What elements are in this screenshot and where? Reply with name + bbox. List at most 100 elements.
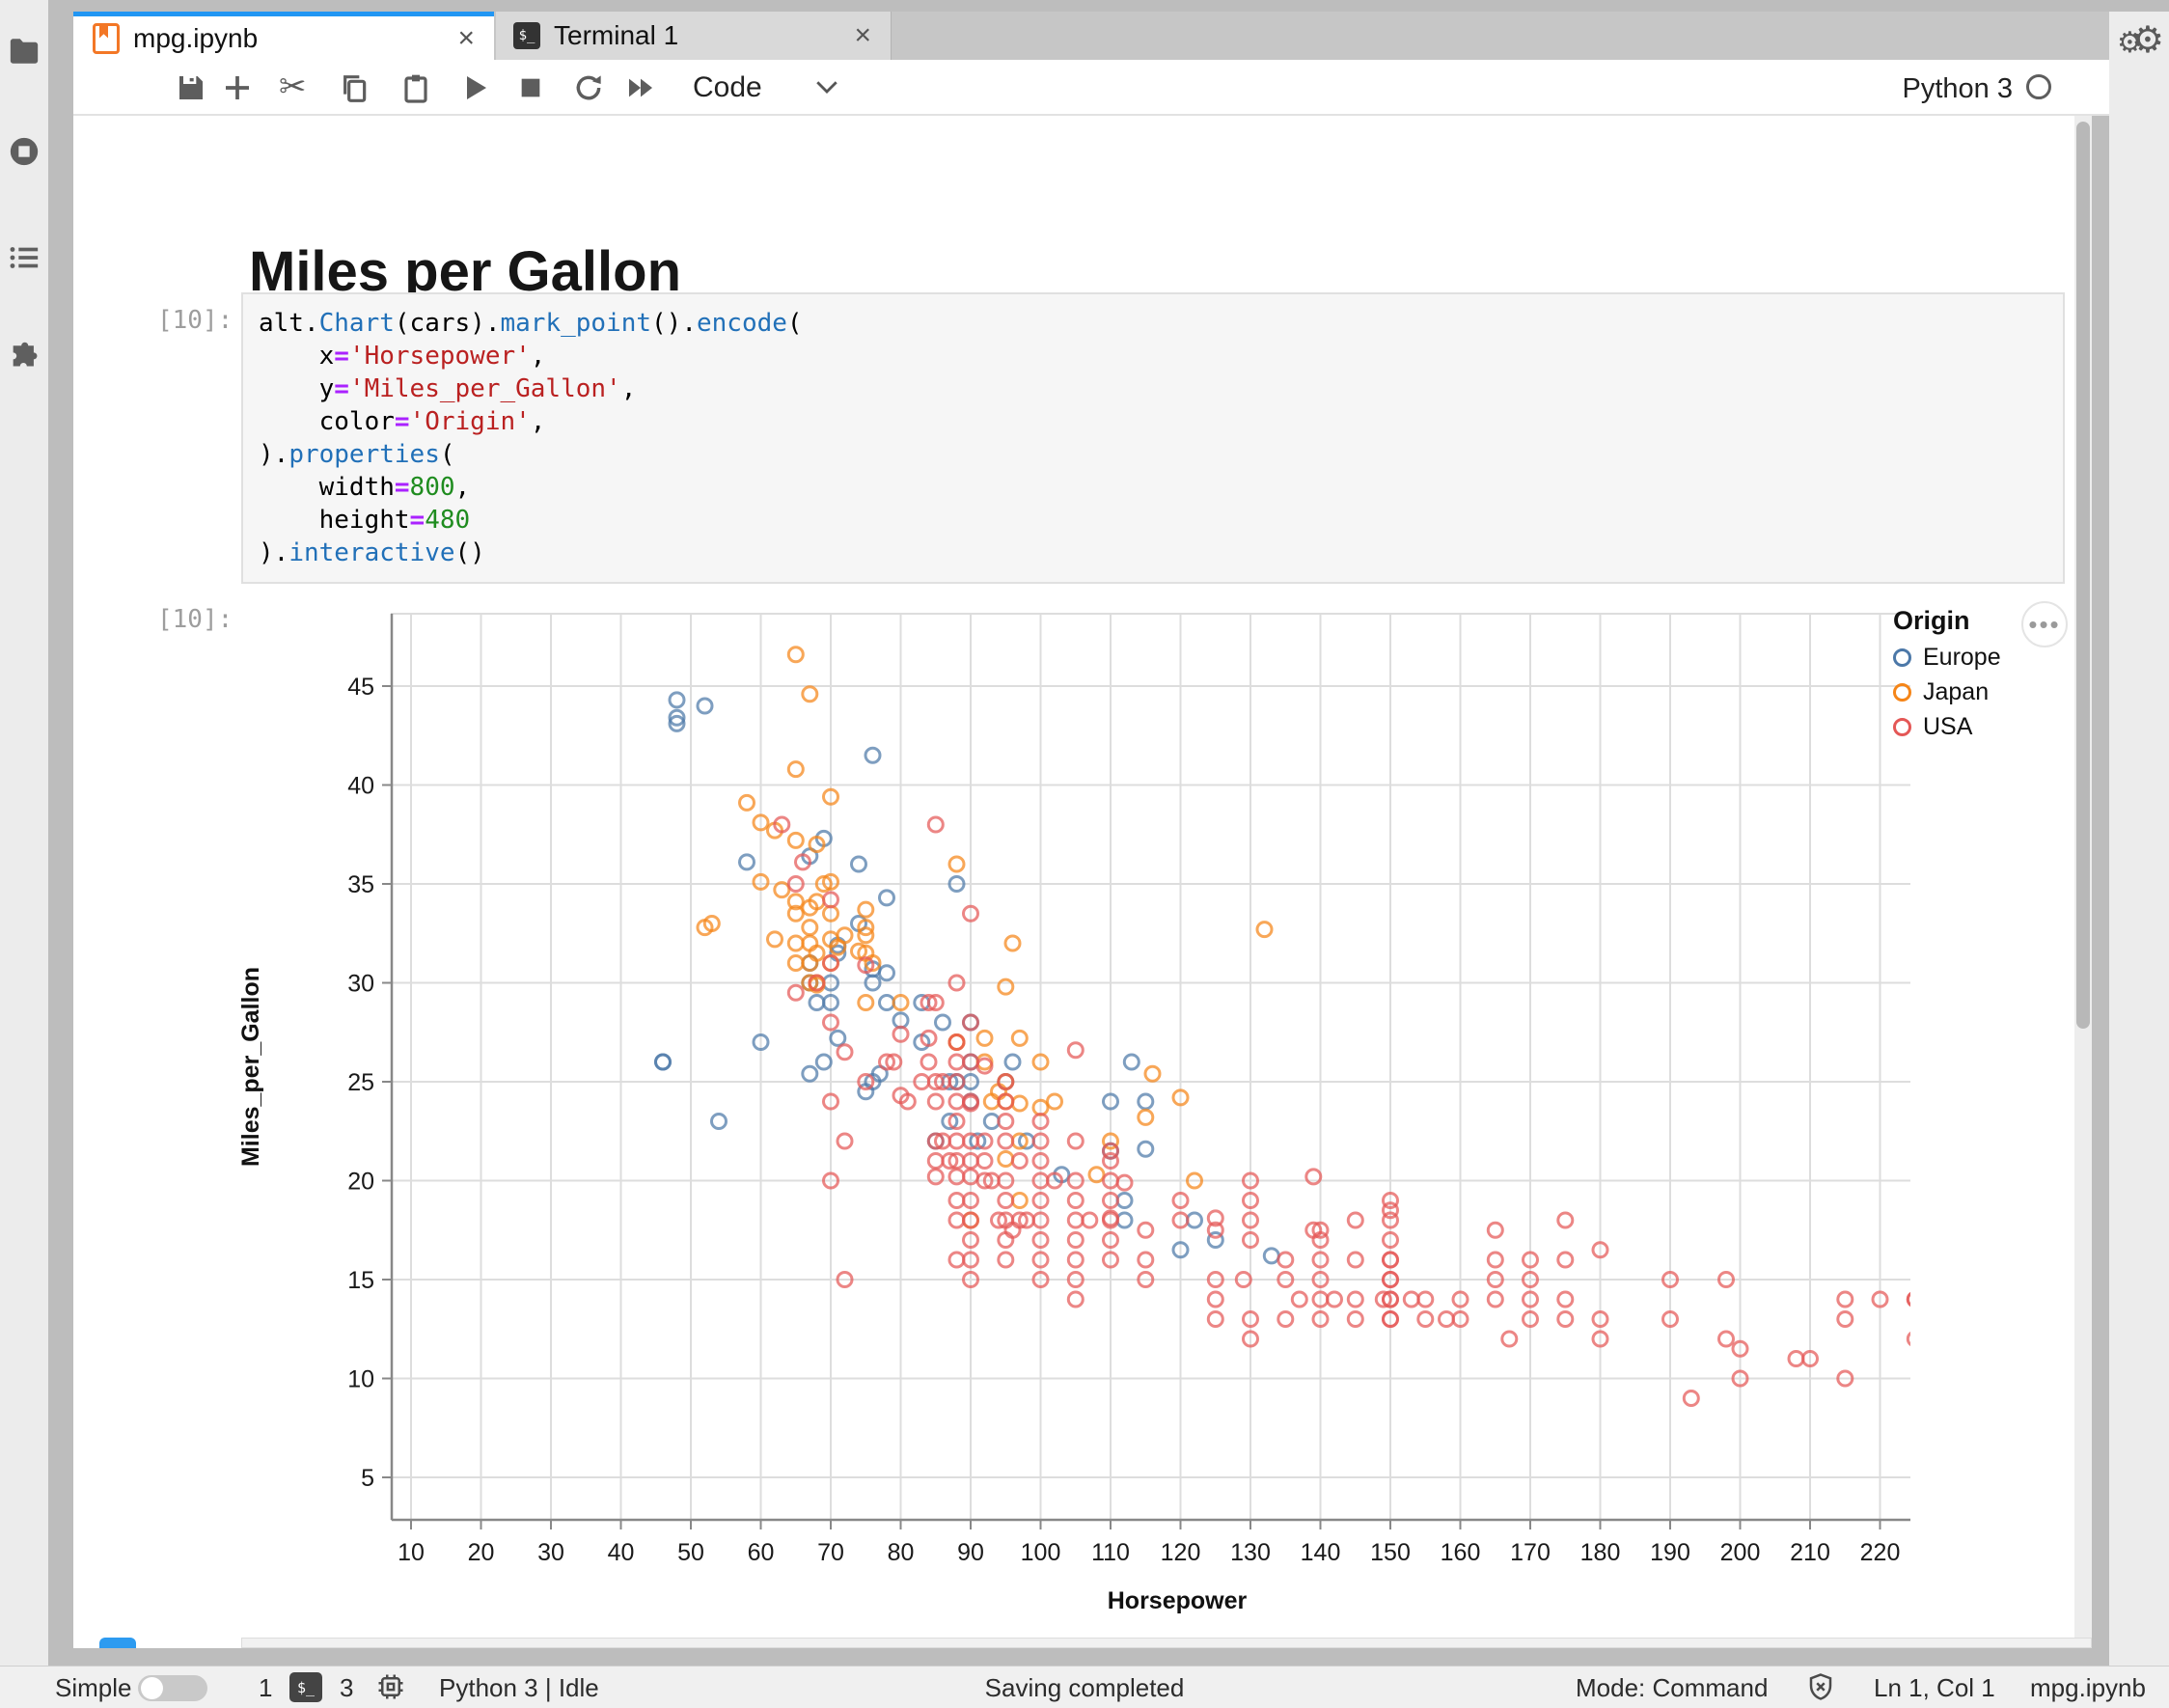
data-point-usa xyxy=(1208,1292,1222,1307)
cursor-position[interactable]: Ln 1, Col 1 xyxy=(1874,1673,1995,1703)
x-tick-label: 40 xyxy=(608,1539,635,1566)
x-tick-label: 70 xyxy=(817,1539,844,1566)
data-point-usa xyxy=(1068,1233,1083,1248)
x-tick-label: 80 xyxy=(888,1539,915,1566)
data-point-europe xyxy=(1117,1194,1132,1208)
data-point-usa xyxy=(999,1253,1013,1267)
data-point-europe xyxy=(1188,1213,1202,1227)
data-point-usa xyxy=(1012,1154,1027,1169)
data-point-europe xyxy=(670,693,684,707)
y-tick-label: 30 xyxy=(347,971,374,998)
scatter-plot-canvas[interactable]: 1020304050607080901001101201301401501601… xyxy=(232,608,1910,1627)
left-activity-bar xyxy=(0,0,48,1666)
scrollbar-thumb[interactable] xyxy=(2076,122,2090,1029)
data-point-usa xyxy=(1068,1194,1083,1208)
data-point-europe xyxy=(880,891,894,905)
code-line[interactable]: width=800, xyxy=(259,471,2063,504)
kernel-name-label[interactable]: Python 3 xyxy=(1903,73,2013,105)
y-tick-label: 40 xyxy=(347,773,374,800)
data-point-usa xyxy=(1558,1213,1573,1227)
x-tick-label: 90 xyxy=(957,1539,984,1566)
data-point-usa xyxy=(921,1055,936,1069)
save-icon[interactable] xyxy=(176,72,206,103)
legend-item-usa[interactable]: USA xyxy=(1893,713,2067,741)
data-point-usa xyxy=(928,817,943,832)
data-point-japan xyxy=(803,687,817,702)
cut-cells-icon[interactable]: ✂ xyxy=(279,72,310,103)
code-line[interactable]: alt.Chart(cars).mark_point().encode( xyxy=(259,307,2063,340)
data-point-japan xyxy=(1139,1110,1153,1124)
paste-cells-icon[interactable] xyxy=(400,72,431,103)
file-browser-icon[interactable] xyxy=(8,35,41,68)
data-point-usa xyxy=(1139,1223,1153,1237)
data-point-europe xyxy=(880,996,894,1010)
data-point-japan xyxy=(949,857,964,871)
copy-cells-icon[interactable] xyxy=(339,72,370,103)
vertical-scrollbar[interactable] xyxy=(2074,116,2092,1648)
data-point-usa xyxy=(928,1154,943,1169)
table-of-contents-icon[interactable] xyxy=(8,241,41,274)
data-point-usa xyxy=(1502,1332,1517,1346)
data-point-usa xyxy=(1838,1312,1853,1327)
legend-item-japan[interactable]: Japan xyxy=(1893,678,2067,706)
data-point-europe xyxy=(803,1066,817,1081)
legend-item-europe[interactable]: Europe xyxy=(1893,644,2067,672)
x-tick-label: 150 xyxy=(1370,1539,1411,1566)
legend-swatch-icon xyxy=(1893,648,1911,667)
data-point-europe xyxy=(1139,1142,1153,1156)
y-tick-label: 5 xyxy=(361,1465,374,1492)
cell-type-dropdown[interactable]: Code xyxy=(693,71,762,104)
restart-run-all-icon[interactable] xyxy=(625,72,656,103)
x-tick-label: 30 xyxy=(537,1539,564,1566)
data-point-usa xyxy=(1684,1391,1698,1406)
code-line[interactable]: ).properties( xyxy=(259,438,2063,471)
x-tick-label: 140 xyxy=(1301,1539,1341,1566)
code-cell[interactable]: alt.Chart(cars).mark_point().encode( x='… xyxy=(241,292,2065,584)
data-point-usa xyxy=(1068,1213,1083,1227)
data-point-usa xyxy=(949,1035,964,1050)
command-mode-indicator[interactable]: Mode: Command xyxy=(1576,1673,1768,1703)
data-point-japan xyxy=(977,1031,992,1045)
data-point-japan xyxy=(740,795,755,810)
run-cell-icon[interactable] xyxy=(459,72,490,103)
close-tab-icon[interactable]: × xyxy=(854,19,871,52)
x-tick-label: 50 xyxy=(677,1539,704,1566)
data-point-japan xyxy=(1012,1194,1027,1208)
trust-shield-icon[interactable] xyxy=(1806,1672,1835,1701)
x-tick-label: 130 xyxy=(1230,1539,1271,1566)
code-line[interactable]: x='Horsepower', xyxy=(259,340,2063,372)
add-cell-icon[interactable] xyxy=(222,72,253,103)
code-line[interactable]: ).interactive() xyxy=(259,537,2063,569)
code-line[interactable]: color='Origin', xyxy=(259,405,2063,438)
kernel-status-icon[interactable] xyxy=(2026,74,2051,99)
x-tick-label: 100 xyxy=(1021,1539,1061,1566)
cell-collapser[interactable] xyxy=(99,1638,136,1648)
running-kernels-icon[interactable] xyxy=(8,135,41,168)
data-point-usa xyxy=(1068,1292,1083,1307)
data-point-usa xyxy=(949,1094,964,1109)
data-point-europe xyxy=(1005,1055,1020,1069)
x-tick-label: 190 xyxy=(1650,1539,1690,1566)
code-line[interactable]: y='Miles_per_Gallon', xyxy=(259,372,2063,405)
chart-actions-menu-button[interactable]: ••• xyxy=(2021,601,2068,647)
data-point-usa xyxy=(1719,1332,1734,1346)
x-tick-label: 10 xyxy=(398,1539,425,1566)
data-point-usa xyxy=(788,985,803,1000)
data-point-usa xyxy=(837,1134,852,1148)
code-line[interactable]: height=480 xyxy=(259,504,2063,537)
y-axis-title: Miles_per_Gallon xyxy=(237,967,264,1167)
extensions-icon[interactable] xyxy=(8,342,41,374)
tab-terminal[interactable]: $_ Terminal 1 × xyxy=(496,12,892,60)
data-point-usa xyxy=(949,1170,964,1184)
data-point-europe xyxy=(816,1055,831,1069)
horizontal-scrollbar[interactable] xyxy=(241,1638,2092,1648)
data-point-usa xyxy=(1558,1292,1573,1307)
x-tick-label: 170 xyxy=(1510,1539,1551,1566)
restart-kernel-icon[interactable] xyxy=(573,72,604,103)
chevron-down-icon[interactable] xyxy=(814,79,839,98)
close-tab-icon[interactable]: × xyxy=(457,22,475,55)
stop-kernel-icon[interactable] xyxy=(515,72,546,103)
property-inspector-gears-icon[interactable]: ⚙⚙ xyxy=(2117,21,2164,58)
y-tick-label: 15 xyxy=(347,1267,374,1294)
tab-notebook[interactable]: mpg.ipynb × xyxy=(73,12,494,60)
